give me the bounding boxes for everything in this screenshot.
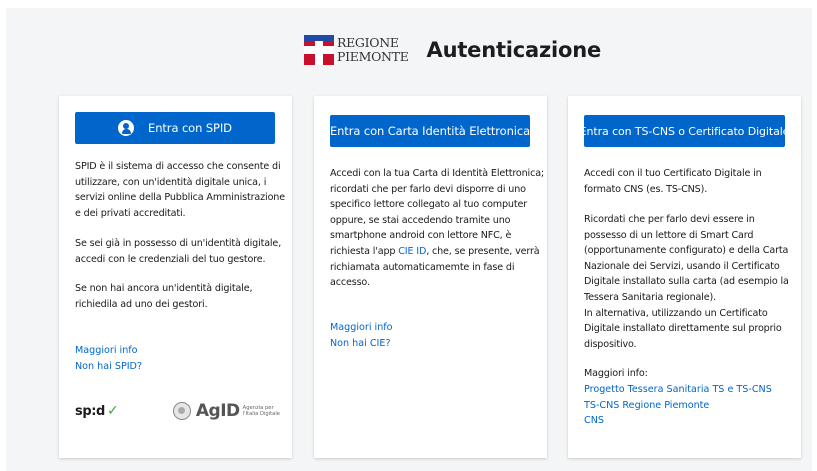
spid-description: SPID è il sistema di accesso che consent… <box>75 161 285 219</box>
agid-logo-name: AgID <box>195 401 240 421</box>
ts-project-link[interactable]: Progetto Tessera Sanitaria TS e TS-CNS <box>584 382 772 398</box>
cie-card: Entra con Carta Identità Elettronica Acc… <box>314 96 547 458</box>
cie-description: Accedi con la tua Carta di Identità Elet… <box>330 166 545 291</box>
cie-id-app-link[interactable]: CIE ID <box>398 246 426 257</box>
ts-cns-links: Progetto Tessera Sanitaria TS e TS-CNS T… <box>584 382 772 429</box>
ts-cns-card: Entra con TS-CNS o Certificato Digitale … <box>568 96 801 458</box>
no-spid-link[interactable]: Non hai SPID? <box>75 359 142 375</box>
logo-line-1: REGIONE <box>337 35 399 50</box>
cie-login-button[interactable]: Entra con Carta Identità Elettronica <box>330 115 530 147</box>
regione-piemonte-flag-icon <box>304 35 334 65</box>
cie-links: Maggiori info Non hai CIE? <box>330 320 393 351</box>
spid-request-text: Se non hai ancora un'identità digitale, … <box>75 283 253 310</box>
spid-logo-text: sp:d <box>75 403 105 419</box>
logo-line-2: PIEMONTE <box>337 49 409 64</box>
cie-login-button-label: Entra con Carta Identità Elettronica <box>329 124 531 138</box>
ts-cns-description: Accedi con il tuo Certificato Digitale i… <box>584 168 762 195</box>
cns-link[interactable]: CNS <box>584 413 772 429</box>
spid-card: Entra con SPID SPID è il sistema di acce… <box>59 96 292 458</box>
spid-more-info-link[interactable]: Maggiori info <box>75 343 142 359</box>
page-title: Autenticazione <box>426 38 602 62</box>
spid-login-button-label: Entra con SPID <box>148 121 232 135</box>
agid-logo-sub-2: l'Italia Digitale <box>242 411 280 417</box>
checkmark-icon: ✓ <box>106 403 119 419</box>
cie-description-text: Accedi con la tua Carta di Identità Elet… <box>330 168 545 257</box>
spid-logo: sp:d ✓ <box>75 403 119 419</box>
ts-cns-requirements-text: Ricordati che per farlo devi essere in p… <box>584 214 789 350</box>
italian-emblem-icon <box>172 402 191 420</box>
agid-logo: AgID Agenzia per l'Italia Digitale <box>172 401 280 421</box>
spid-already-have-text: Se sei già in possesso di un'identità di… <box>75 238 282 265</box>
ts-cns-more-info-label: Maggiori info: <box>584 368 648 379</box>
no-cie-link[interactable]: Non hai CIE? <box>330 336 393 352</box>
spid-login-button[interactable]: Entra con SPID <box>75 112 275 144</box>
ts-cns-login-button-label: Entra con TS-CNS o Certificato Digitale <box>579 124 790 138</box>
regione-piemonte-logo: REGIONE PIEMONTE <box>304 35 409 65</box>
spid-footer-logos: sp:d ✓ AgID Agenzia per l'Italia Digital… <box>75 399 280 423</box>
cie-more-info-link[interactable]: Maggiori info <box>330 320 393 336</box>
ts-cns-login-button[interactable]: Entra con TS-CNS o Certificato Digitale <box>580 115 789 147</box>
spid-links: Maggiori info Non hai SPID? <box>75 343 142 374</box>
ts-cns-piemonte-link[interactable]: TS-CNS Regione Piemonte <box>584 398 772 414</box>
page-header: REGIONE PIEMONTE Autenticazione <box>304 30 601 70</box>
user-icon <box>118 120 135 136</box>
